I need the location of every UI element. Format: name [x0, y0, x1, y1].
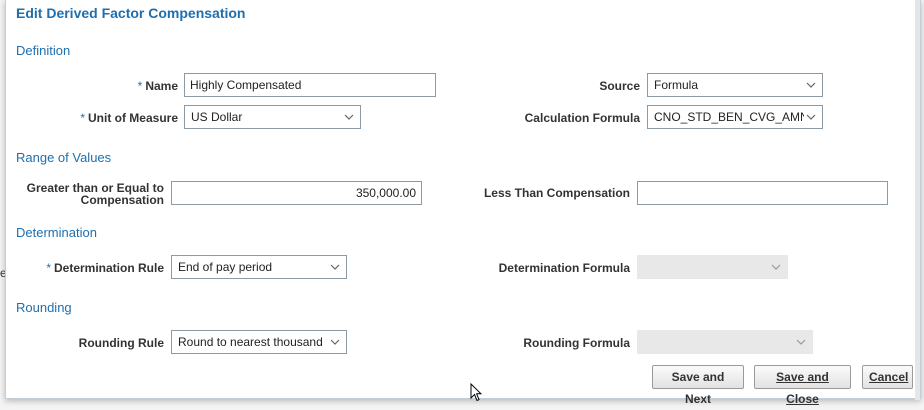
- greater-than-input[interactable]: 350,000.00: [171, 181, 422, 205]
- less-than-label: Less Than Compensation: [483, 186, 630, 200]
- cancel-button[interactable]: Cancel: [862, 365, 913, 389]
- mouse-pointer-icon: [470, 383, 482, 402]
- required-indicator: *: [80, 111, 85, 125]
- name-input[interactable]: Highly Compensated: [184, 73, 436, 97]
- rounding-formula-select: [637, 330, 813, 354]
- source-select[interactable]: Formula: [647, 73, 823, 97]
- rounding-rule-label: Rounding Rule: [78, 336, 164, 350]
- chevron-down-icon: [330, 264, 340, 270]
- determination-rule-label: * Determination Rule: [46, 261, 164, 275]
- less-than-input[interactable]: [637, 181, 888, 205]
- unit-of-measure-label: * Unit of Measure: [80, 111, 178, 125]
- unit-of-measure-select[interactable]: US Dollar: [184, 105, 361, 129]
- chevron-down-icon: [330, 339, 340, 345]
- section-determination-heading: Determination: [16, 225, 97, 240]
- save-and-next-button[interactable]: Save and Next: [652, 365, 744, 406]
- chevron-down-icon: [806, 82, 816, 88]
- save-and-close-button[interactable]: Save and Close: [754, 365, 851, 406]
- section-rounding-heading: Rounding: [16, 300, 72, 315]
- name-label: * Name: [137, 79, 178, 93]
- chevron-down-icon: [344, 114, 354, 120]
- chevron-down-icon: [771, 264, 781, 270]
- greater-than-label: Greater than or Equal to Compensation: [26, 181, 164, 207]
- rounding-rule-select[interactable]: Round to nearest thousand: [171, 330, 347, 354]
- chevron-down-icon: [806, 114, 816, 120]
- section-range-of-values-heading: Range of Values: [16, 150, 112, 165]
- source-label: Source: [599, 79, 640, 93]
- rounding-formula-label: Rounding Formula: [523, 336, 630, 350]
- chevron-down-icon: [796, 339, 806, 345]
- determination-rule-select[interactable]: End of pay period: [171, 255, 347, 279]
- edit-derived-factor-dialog: Edit Derived Factor Compensation Definit…: [5, 0, 921, 406]
- determination-formula-label: Determination Formula: [498, 261, 630, 275]
- required-indicator: *: [137, 79, 143, 93]
- dialog-title: Edit Derived Factor Compensation: [16, 5, 246, 21]
- required-indicator: *: [46, 261, 51, 275]
- calculation-formula-select[interactable]: CNO_STD_BEN_CVG_AMNT: [647, 105, 823, 129]
- determination-formula-select: [637, 255, 788, 279]
- dialog-scrollbar[interactable]: [915, 0, 920, 400]
- section-definition-heading: Definition: [16, 43, 71, 58]
- calculation-formula-label: Calculation Formula: [524, 111, 640, 125]
